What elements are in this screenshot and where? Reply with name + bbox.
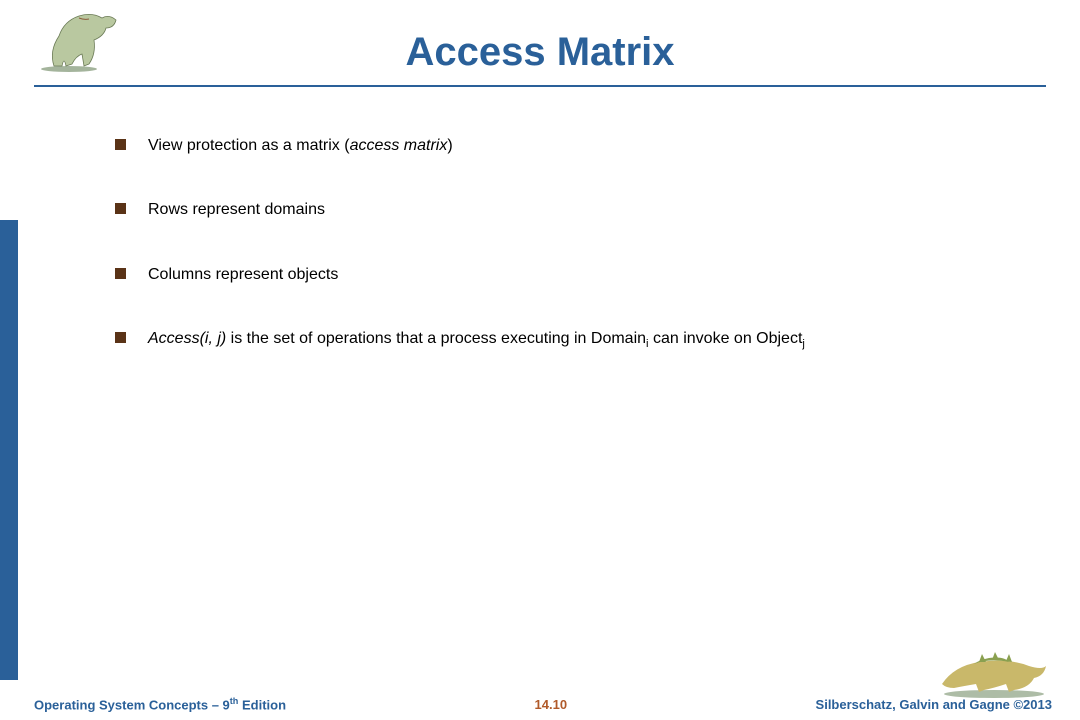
sidebar-accent <box>0 220 18 680</box>
bullet-icon <box>115 268 126 279</box>
list-item: View protection as a matrix (access matr… <box>115 135 990 157</box>
footer-page-number: 14.10 <box>535 697 568 712</box>
bullet-list: View protection as a matrix (access matr… <box>0 87 1080 353</box>
bullet-icon <box>115 332 126 343</box>
slide-footer: Operating System Concepts – 9th Edition … <box>0 696 1080 712</box>
bullet-text: Access(i, j) is the set of operations th… <box>148 328 805 353</box>
list-item: Columns represent objects <box>115 264 990 286</box>
dinosaur-crouching-icon <box>934 636 1054 698</box>
bullet-icon <box>115 203 126 214</box>
bullet-icon <box>115 139 126 150</box>
bullet-text: Columns represent objects <box>148 264 338 286</box>
slide-title: Access Matrix <box>0 0 1080 75</box>
footer-left: Operating System Concepts – 9th Edition <box>34 696 286 712</box>
footer-right: Silberschatz, Galvin and Gagne ©2013 <box>816 697 1052 712</box>
list-item: Rows represent domains <box>115 199 990 221</box>
bullet-text: Rows represent domains <box>148 199 325 221</box>
list-item: Access(i, j) is the set of operations th… <box>115 328 990 353</box>
bullet-text: View protection as a matrix (access matr… <box>148 135 453 157</box>
dinosaur-upright-icon <box>34 6 144 72</box>
